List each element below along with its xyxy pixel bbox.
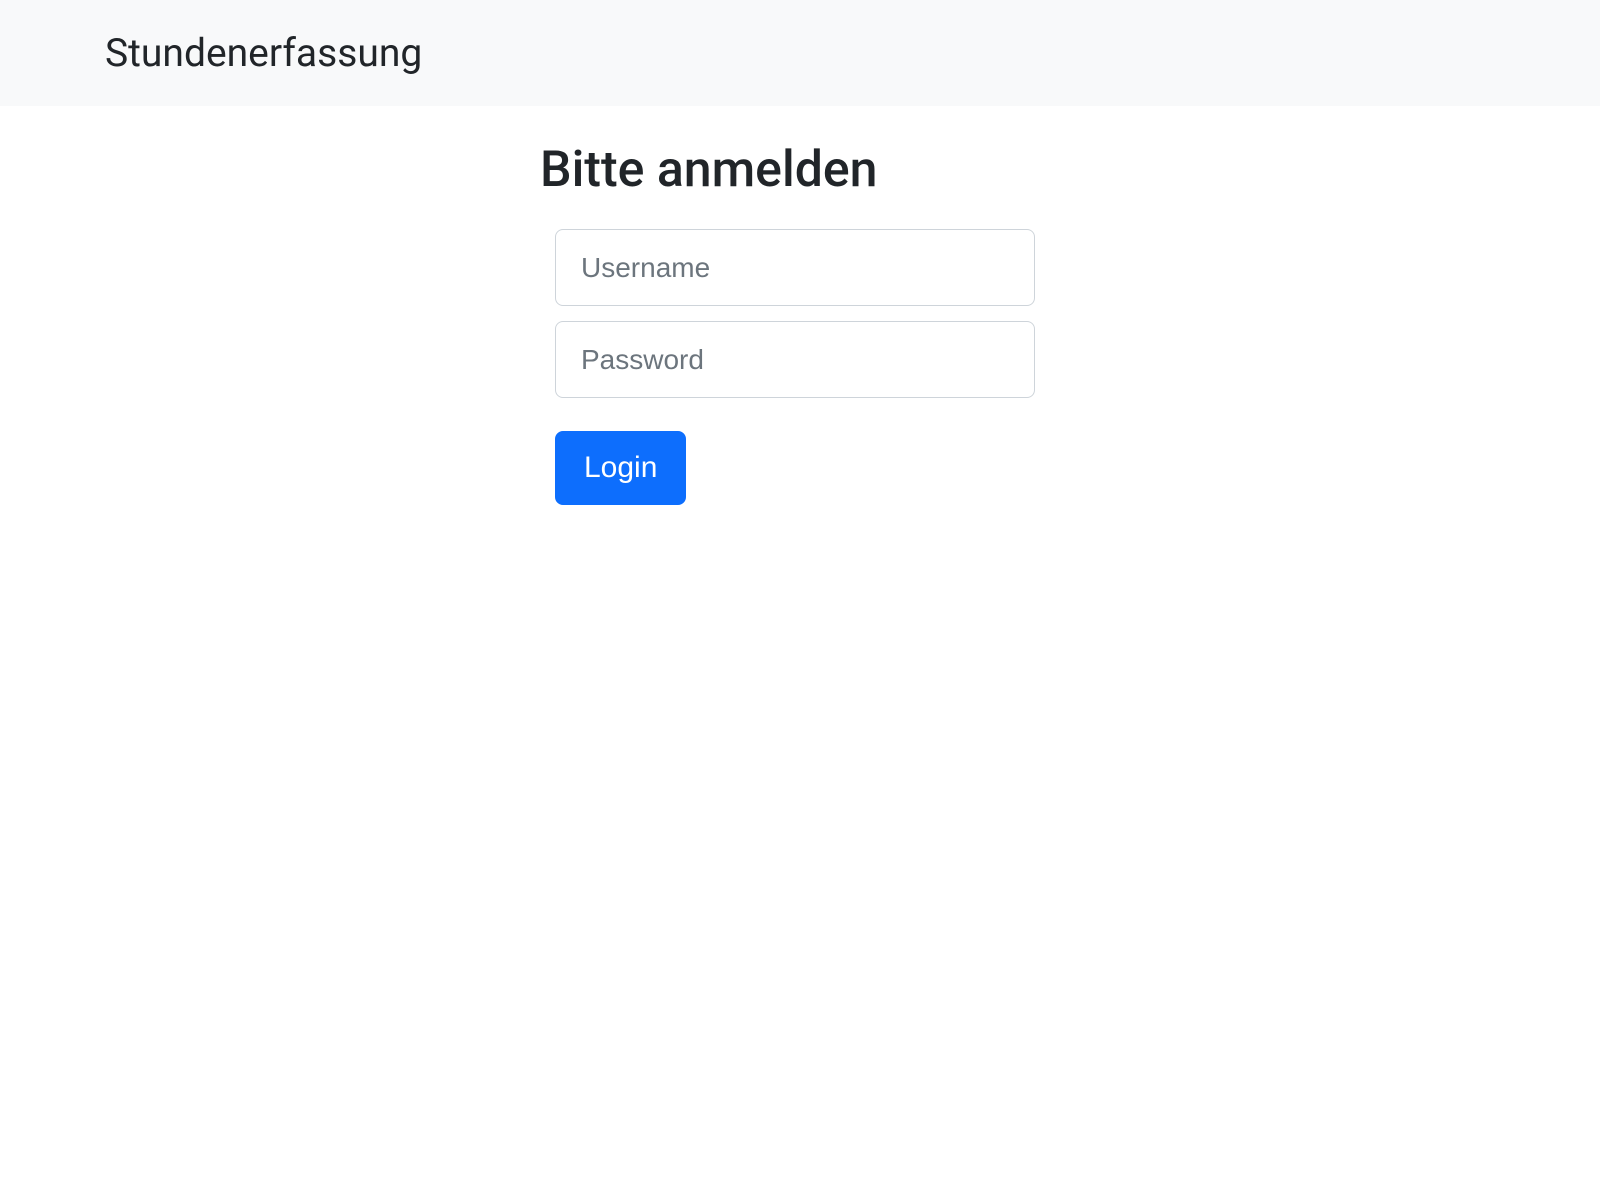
login-form: Login xyxy=(540,229,1060,505)
navbar: Stundenerfassung xyxy=(0,0,1600,106)
login-heading: Bitte anmelden xyxy=(540,141,1060,199)
username-input[interactable] xyxy=(555,229,1035,306)
password-input[interactable] xyxy=(555,321,1035,398)
app-title: Stundenerfassung xyxy=(105,30,422,76)
login-button[interactable]: Login xyxy=(555,431,686,505)
main-content: Bitte anmelden Login xyxy=(0,106,1600,505)
